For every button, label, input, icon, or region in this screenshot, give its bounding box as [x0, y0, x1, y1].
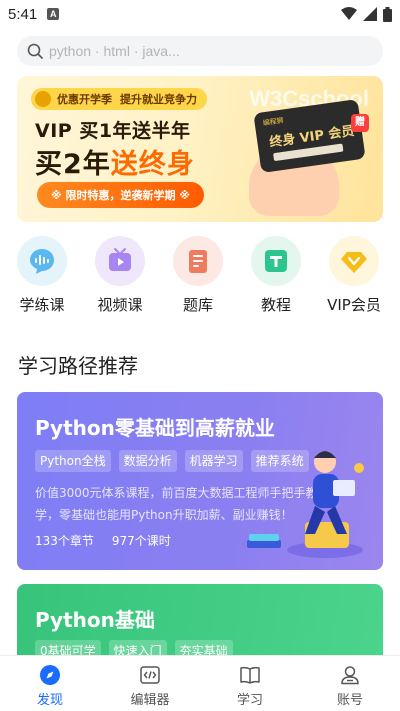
quick-entry-row: 学练课 视频课 题库 教程 VIP会员 [0, 236, 400, 320]
banner-headline-2-prefix: 买2年 [35, 149, 111, 180]
promo-badge-icon [35, 91, 51, 107]
path-card-chapters: 133个章节 [35, 534, 94, 548]
path-card-python-career[interactable]: Python零基础到高薪就业 Python全栈 数据分析 机器学习 推荐系统 价… [17, 392, 383, 570]
path-card-tag: 机器学习 [184, 450, 243, 472]
path-card-title: Python零基础到高薪就业 [35, 416, 275, 440]
tab-label: 发现 [36, 693, 63, 708]
tab-account[interactable]: 账号 [300, 656, 400, 711]
compass-icon [40, 665, 60, 685]
banner-cta-button[interactable]: ※ 限时特惠，逆袭新学期 ※ [37, 182, 205, 208]
promo-chip-label: 优惠开学季 [57, 93, 112, 106]
tab-label: 编辑器 [130, 693, 170, 708]
path-card-lessons: 977个课时 [111, 534, 171, 548]
gift-badge: 赠 [351, 114, 369, 132]
tab-learn[interactable]: 学习 [200, 656, 300, 711]
quick-entry-label: 教程 [260, 296, 291, 314]
quick-entry-label: 视频课 [97, 296, 143, 314]
learner-illustration [247, 451, 364, 558]
code-editor-icon [140, 666, 160, 684]
search-bar[interactable] [17, 36, 383, 66]
promo-banner[interactable]: 优惠开学季 提升就业竞争力 W3Cschool VIP 买1年送半年 买2年送终… [17, 76, 383, 222]
quick-entry-practice[interactable]: 学练课 [7, 236, 77, 315]
path-card-title: Python基础 [35, 608, 155, 632]
promo-chip: 优惠开学季 提升就业竞争力 [31, 88, 207, 110]
search-input[interactable] [49, 43, 349, 59]
quick-entry-icon-bg [173, 236, 223, 286]
status-bar: 5:41 A [0, 0, 400, 28]
quick-entry-label: 题库 [182, 296, 213, 314]
bottom-tab-bar: 发现 编辑器 学习 账号 [0, 655, 400, 711]
quick-entry-label: VIP会员 [327, 296, 381, 314]
vip-diamond-icon [341, 252, 367, 273]
user-icon [341, 666, 359, 685]
status-time: 5:41 [8, 5, 38, 23]
tab-editor[interactable]: 编辑器 [100, 656, 200, 711]
quick-entry-label: 学练课 [19, 296, 65, 314]
quick-entry-icon-bg [95, 236, 145, 286]
banner-headline-1: VIP 买1年送半年 [35, 120, 191, 142]
quick-entry-question-bank[interactable]: 题库 [163, 236, 233, 315]
path-card-tag: 数据分析 [118, 450, 177, 472]
path-card-tag: Python全栈 [35, 450, 111, 472]
signal-icon [363, 7, 377, 21]
quick-entry-vip[interactable]: VIP会员 [319, 236, 389, 315]
tab-discover[interactable]: 发现 [0, 656, 100, 711]
section-title: 学习路径推荐 [18, 354, 138, 378]
quick-entry-icon-bg [251, 236, 301, 286]
path-card-meta: 133个章节 977个课时 [35, 532, 171, 549]
tv-play-icon [109, 248, 131, 271]
promo-chip-slogan: 提升就业竞争力 [120, 93, 197, 106]
tab-label: 学习 [236, 693, 263, 708]
question-bank-icon [189, 250, 207, 273]
quick-entry-tutorial[interactable]: 教程 [241, 236, 311, 315]
banner-headline-2: 买2年送终身 [35, 142, 195, 181]
app-notification-icon: A [47, 8, 60, 20]
status-icons [341, 6, 392, 22]
tutorial-icon [265, 250, 287, 272]
quick-entry-icon-bg [17, 236, 67, 286]
banner-headline-2-highlight: 送终身 [110, 149, 195, 180]
voice-wave-icon [30, 249, 54, 274]
wifi-icon [341, 7, 357, 20]
book-icon [240, 666, 260, 684]
quick-entry-icon-bg [329, 236, 379, 286]
vip-card-logo: 编程狮 [262, 116, 285, 128]
tab-label: 账号 [336, 693, 363, 708]
quick-entry-video[interactable]: 视频课 [85, 236, 155, 315]
battery-icon [383, 6, 392, 22]
search-icon [27, 43, 43, 59]
